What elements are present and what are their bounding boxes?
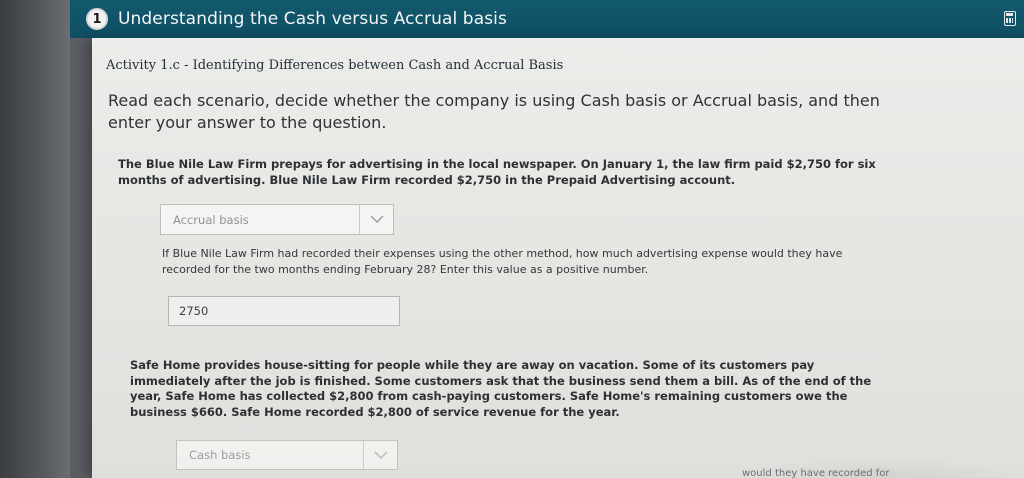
answer-input-1[interactable]: 2750 <box>168 296 400 326</box>
scenario-2-text: Safe Home provides house-sitting for peo… <box>130 358 872 419</box>
screen-bezel <box>0 0 70 478</box>
scenario-1-question: If Blue Nile Law Firm had recorded their… <box>162 247 843 276</box>
activity-header: 1 Understanding the Cash versus Accrual … <box>70 0 1024 38</box>
scenario-2-question-partial: would they have recorded for <box>742 468 890 478</box>
activity-title: Activity 1.c - Identifying Differences b… <box>106 58 564 73</box>
header-title: Understanding the Cash versus Accrual ba… <box>118 9 507 29</box>
content-panel: Activity 1.c - Identifying Differences b… <box>92 38 1024 478</box>
basis-select-2[interactable]: Cash basis <box>176 440 398 470</box>
basis-select-1[interactable]: Accrual basis <box>160 204 394 235</box>
calculator-icon[interactable] <box>1004 11 1016 26</box>
instruction-text: Read each scenario, decide whether the c… <box>108 91 880 132</box>
chevron-down-icon[interactable] <box>363 441 397 469</box>
basis-select-1-value: Accrual basis <box>173 212 249 227</box>
step-number-badge: 1 <box>86 8 108 30</box>
chevron-down-icon[interactable] <box>359 205 393 234</box>
basis-select-2-value: Cash basis <box>189 448 251 462</box>
scenario-1-text: The Blue Nile Law Firm prepays for adver… <box>118 157 876 187</box>
